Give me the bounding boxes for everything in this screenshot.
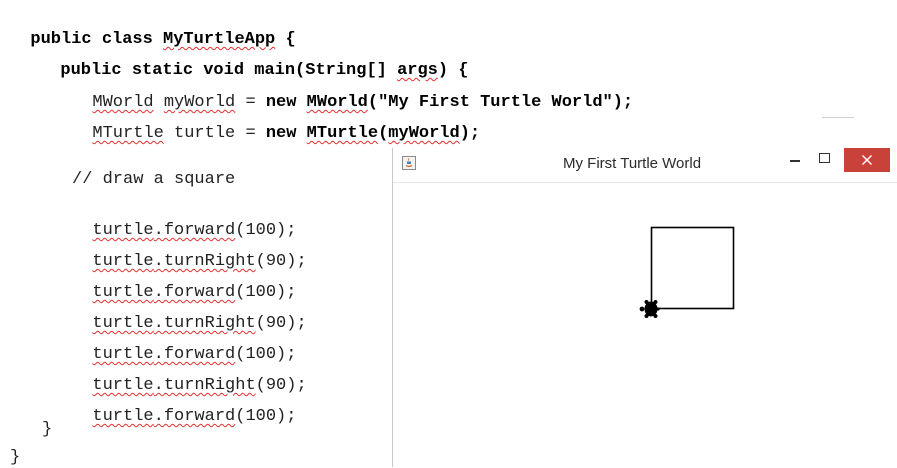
turtle-drawing	[639, 226, 735, 318]
turtle-world-window[interactable]: My First Turtle World	[392, 148, 897, 467]
turtle-icon	[639, 300, 660, 318]
turtle-constructor-close: );	[459, 124, 481, 143]
turtle-type: MTurtle	[92, 124, 164, 143]
turtle-assign: turtle =	[163, 124, 266, 143]
maximize-button[interactable]	[812, 148, 838, 172]
code-call-forward-4: turtle.forward(100);	[72, 387, 296, 427]
java-app-icon[interactable]	[402, 156, 416, 170]
code-close-method: }	[42, 420, 53, 439]
minimize-icon	[790, 160, 800, 162]
editor-divider	[822, 117, 854, 118]
turtle-constructor-open: (	[378, 124, 389, 143]
window-titlebar[interactable]: My First Turtle World	[393, 148, 897, 181]
turtle-constructor-arg: myWorld	[388, 124, 460, 143]
maximize-icon	[819, 153, 830, 163]
call-object: turtle	[92, 407, 154, 426]
turtle-new-keyword: new	[265, 124, 307, 143]
drawn-square	[650, 226, 735, 310]
window-title: My First Turtle World	[563, 155, 702, 172]
code-close-class: }	[10, 448, 21, 467]
call-args: (100);	[235, 407, 297, 426]
minimize-button[interactable]	[782, 148, 808, 172]
close-icon	[862, 155, 872, 165]
call-method: .forward	[153, 407, 236, 426]
turtle-constructor: MTurtle	[306, 124, 379, 143]
close-button[interactable]	[844, 148, 890, 172]
code-line-create-turtle: MTurtle turtle = new MTurtle(myWorld);	[72, 104, 480, 144]
turtle-canvas[interactable]	[393, 183, 897, 467]
code-comment: // draw a square	[72, 170, 236, 189]
